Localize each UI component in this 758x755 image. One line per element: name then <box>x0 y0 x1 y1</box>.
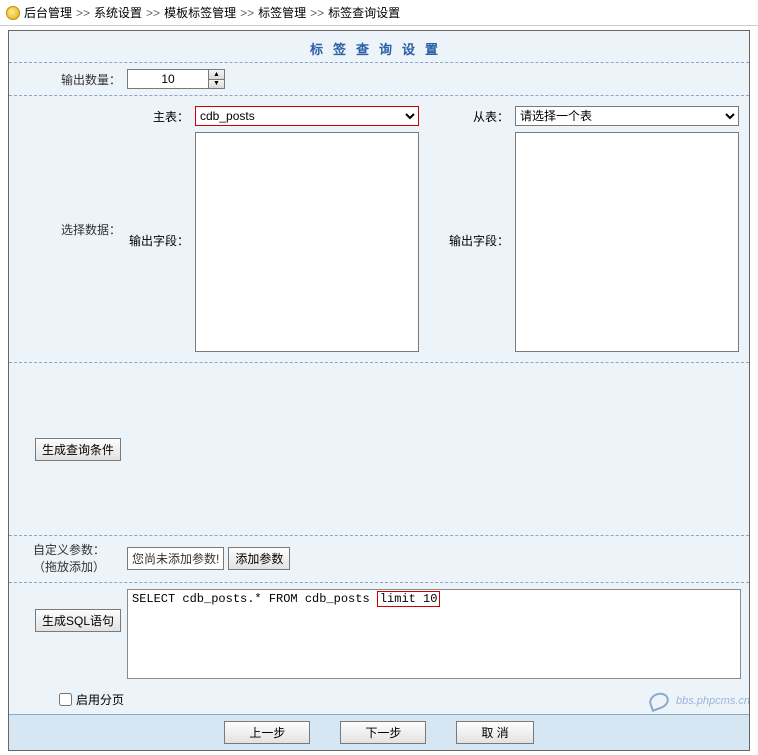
enable-paging-checkbox[interactable] <box>59 693 72 706</box>
breadcrumb-separator: >> <box>76 6 90 20</box>
prev-step-button[interactable]: 上一步 <box>224 721 310 744</box>
breadcrumb-item[interactable]: 系统设置 <box>94 4 142 21</box>
output-count-input[interactable] <box>128 70 208 88</box>
home-icon <box>6 6 20 20</box>
add-param-button[interactable]: 添加参数 <box>228 547 290 570</box>
sql-limit-highlight: limit 10 <box>377 591 441 607</box>
sql-textarea[interactable]: SELECT cdb_posts.* FROM cdb_posts limit … <box>127 589 741 679</box>
stepper-up-icon[interactable]: ▲ <box>209 70 224 80</box>
stepper-down-icon[interactable]: ▼ <box>209 80 224 89</box>
panel-title: 标签查询设置 <box>9 31 749 62</box>
breadcrumb-item[interactable]: 后台管理 <box>24 4 72 21</box>
generate-sql-button[interactable]: 生成SQL语句 <box>35 609 121 632</box>
main-field-listbox[interactable] <box>195 132 419 352</box>
sql-row: 生成SQL语句 SELECT cdb_posts.* FROM cdb_post… <box>9 582 749 685</box>
breadcrumb-item: 标签查询设置 <box>328 4 400 21</box>
main-table-column: 主表： cdb_posts 输出字段： <box>129 106 419 352</box>
generate-query-button[interactable]: 生成查询条件 <box>35 438 121 461</box>
main-field-label: 输出字段： <box>129 132 189 352</box>
data-select-label: 选择数据： <box>17 102 127 356</box>
output-count-stepper[interactable]: ▲ ▼ <box>127 69 225 89</box>
sub-table-select[interactable]: 请选择一个表 <box>515 106 739 126</box>
sub-field-label: 输出字段： <box>449 132 509 352</box>
breadcrumb-item[interactable]: 模板标签管理 <box>164 4 236 21</box>
breadcrumb-separator: >> <box>310 6 324 20</box>
output-count-label: 输出数量： <box>17 69 127 89</box>
sub-field-listbox[interactable] <box>515 132 739 352</box>
breadcrumb-separator: >> <box>240 6 254 20</box>
main-table-label: 主表： <box>129 108 189 125</box>
breadcrumb-separator: >> <box>146 6 160 20</box>
output-count-row: 输出数量： ▲ ▼ <box>9 62 749 95</box>
sub-table-column: 从表： 请选择一个表 输出字段： <box>449 106 739 352</box>
next-step-button[interactable]: 下一步 <box>340 721 426 744</box>
main-panel: 标签查询设置 输出数量： ▲ ▼ 选择数据： 主表： cdb_po <box>8 30 750 751</box>
query-condition-row: 生成查询条件 <box>9 362 749 535</box>
sql-text: SELECT cdb_posts.* FROM cdb_posts <box>132 592 377 606</box>
breadcrumb: 后台管理 >> 系统设置 >> 模板标签管理 >> 标签管理 >> 标签查询设置 <box>0 0 758 26</box>
sub-table-label: 从表： <box>449 108 509 125</box>
footer-buttons: 上一步 下一步 取 消 <box>9 714 749 750</box>
cancel-button[interactable]: 取 消 <box>456 721 533 744</box>
custom-params-row: 自定义参数： （拖放添加） 您尚未添加参数! 添加参数 <box>9 535 749 582</box>
paging-row: 启用分页 <box>9 685 749 714</box>
breadcrumb-item[interactable]: 标签管理 <box>258 4 306 21</box>
custom-params-hint: 您尚未添加参数! <box>127 547 224 570</box>
data-select-row: 选择数据： 主表： cdb_posts 输出字段： <box>9 95 749 362</box>
main-table-select[interactable]: cdb_posts <box>195 106 419 126</box>
query-condition-area <box>127 369 741 529</box>
enable-paging-label: 启用分页 <box>76 691 124 708</box>
custom-params-label: 自定义参数： （拖放添加） <box>17 542 127 576</box>
